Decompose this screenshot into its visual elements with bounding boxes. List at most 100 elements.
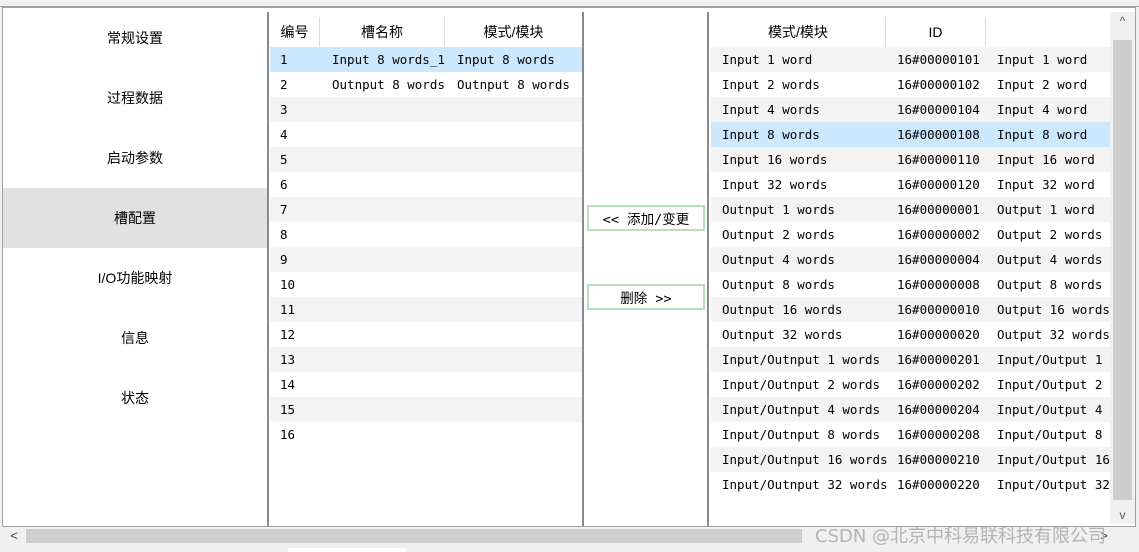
table-row[interactable]: Input 2 words 16#00000102 Input 2 word (711, 72, 1110, 97)
table-row[interactable]: 4 (270, 122, 582, 147)
table-row[interactable]: Input/Outnput 2 words 16#00000202 Input/Ou… (711, 372, 1110, 397)
table-row[interactable]: 14 (270, 372, 582, 397)
table-row[interactable]: Outnput 16 words 16#00000010 Output 16 wor… (711, 297, 1110, 322)
column-header-id[interactable]: ID (886, 17, 986, 47)
table-cell: 16#00000204 (897, 402, 980, 417)
table-row[interactable]: Input 32 words 16#00000120 Input 32 word (711, 172, 1110, 197)
table-cell (332, 272, 452, 297)
nav-item-7[interactable]: 状态 (3, 368, 267, 428)
table-cell: 10 (280, 277, 296, 292)
table-cell: Output 16 words (997, 302, 1110, 317)
column-header-mode-module[interactable]: 模式/模块 (445, 17, 582, 47)
table-cell: Input/Output 32 (997, 477, 1110, 492)
table-cell (457, 397, 582, 422)
table-row[interactable]: Outnput 4 words 16#00000004 Output 4 words (711, 247, 1110, 272)
table-cell: Input/Outnput 16 words (722, 452, 887, 467)
table-cell: Input/Outnput 2 words (722, 377, 881, 392)
column-header-number[interactable]: 编号 (270, 17, 320, 47)
column-header-mode-module[interactable]: 模式/模块 (711, 17, 886, 47)
table-cell: 7 (280, 202, 288, 217)
table-cell (332, 297, 452, 322)
column-header-description[interactable] (986, 17, 1110, 47)
delete-button[interactable]: 删除 >> (587, 284, 705, 310)
nav-item-5[interactable]: I/O功能映射 (3, 248, 267, 308)
scroll-down-icon[interactable]: v (1110, 506, 1135, 524)
table-row[interactable]: Input/Outnput 16 words 16#00000210 Input/O… (711, 447, 1110, 472)
table-row[interactable]: 1 Input 8 words_1 Input 8 words (270, 47, 582, 72)
table-row[interactable]: 5 (270, 147, 582, 172)
table-cell (457, 322, 582, 347)
table-cell: Outnput 16 words (722, 302, 843, 317)
table-row[interactable]: 13 (270, 347, 582, 372)
table-row[interactable]: 2 Outnput 8 words Outnput 8 words (270, 72, 582, 97)
nav-item-3[interactable]: 启动参数 (3, 128, 267, 188)
table-cell: Outnput 8 words (722, 277, 835, 292)
scroll-left-icon[interactable]: < (4, 527, 24, 545)
table-cell: Input/Output 2 (997, 377, 1103, 392)
table-cell: 13 (280, 352, 296, 367)
table-row[interactable]: Outnput 2 words 16#00000002 Output 2 words (711, 222, 1110, 247)
table-cell (457, 422, 582, 447)
table-row[interactable]: Input 4 words 16#00000104 Input 4 word (711, 97, 1110, 122)
slot-table-header: 编号 槽名称 模式/模块 (270, 17, 582, 48)
table-row[interactable]: Input/Outnput 4 words 16#00000204 Input/Ou… (711, 397, 1110, 422)
table-cell: Input/Outnput 32 words (722, 477, 887, 492)
table-cell: Input 8 word (997, 127, 1088, 142)
table-row[interactable]: Input 1 word 16#00000101 Input 1 word (711, 47, 1110, 72)
table-cell: 16#00000110 (897, 152, 980, 167)
table-cell (457, 197, 582, 222)
table-cell: 16#00000101 (897, 52, 980, 67)
table-cell: 16#00000220 (897, 477, 980, 492)
table-row[interactable]: 9 (270, 247, 582, 272)
table-cell: 1 (280, 52, 288, 67)
table-row[interactable]: Outnput 1 words 16#00000001 Output 1 word (711, 197, 1110, 222)
table-cell (332, 247, 452, 272)
table-cell: Input 4 word (997, 102, 1088, 117)
table-cell (332, 97, 452, 122)
nav-item-1[interactable]: 常规设置 (3, 8, 267, 68)
table-cell: Output 32 words (997, 327, 1110, 342)
table-row[interactable]: Input/Outnput 8 words 16#00000208 Input/Ou… (711, 422, 1110, 447)
nav-item-4[interactable]: 槽配置 (3, 188, 267, 248)
table-row[interactable]: 3 (270, 97, 582, 122)
slot-table-divider (582, 12, 584, 526)
module-table-divider (707, 12, 709, 526)
table-cell: 16 (280, 427, 296, 442)
table-cell: 12 (280, 327, 296, 342)
table-cell: Input/Outnput 4 words (722, 402, 881, 417)
table-row[interactable]: 8 (270, 222, 582, 247)
table-row[interactable]: Outnput 8 words 16#00000008 Output 8 words (711, 272, 1110, 297)
settings-nav: 常规设置 过程数据 启动参数 槽配置 I/O功能映射 信息 状态 (3, 8, 267, 526)
horizontal-scroll-thumb[interactable] (26, 529, 802, 543)
table-cell (332, 147, 452, 172)
table-row[interactable]: Input 16 words 16#00000110 Input 16 word (711, 147, 1110, 172)
nav-item-6[interactable]: 信息 (3, 308, 267, 368)
table-cell: 2 (280, 77, 288, 92)
vertical-scroll-thumb[interactable] (1113, 40, 1132, 500)
table-cell: Input/Output 4 (997, 402, 1103, 417)
table-row[interactable]: 11 (270, 297, 582, 322)
table-row[interactable]: 12 (270, 322, 582, 347)
table-cell: 3 (280, 102, 288, 117)
table-cell: Output 8 words (997, 277, 1103, 292)
table-row[interactable]: 6 (270, 172, 582, 197)
table-row[interactable]: 16 (270, 422, 582, 447)
table-row[interactable]: Input/Outnput 1 words 16#00000201 Input/Ou… (711, 347, 1110, 372)
table-cell: 16#00000201 (897, 352, 980, 367)
table-row[interactable]: 15 (270, 397, 582, 422)
vertical-scrollbar[interactable]: ^ v (1110, 12, 1135, 524)
add-change-button[interactable]: << 添加/变更 (587, 205, 705, 231)
table-row[interactable]: Input/Outnput 32 words 16#00000220 Input/O… (711, 472, 1110, 497)
nav-item-2[interactable]: 过程数据 (3, 68, 267, 128)
table-cell: Input 16 word (997, 152, 1095, 167)
table-cell (332, 397, 452, 422)
table-cell (457, 297, 582, 322)
table-row[interactable]: 10 (270, 272, 582, 297)
table-cell (457, 97, 582, 122)
table-row[interactable]: Outnput 32 words 16#00000020 Output 32 wor… (711, 322, 1110, 347)
table-cell: 16#00000120 (897, 177, 980, 192)
column-header-slot-name[interactable]: 槽名称 (320, 17, 445, 47)
table-row[interactable]: 7 (270, 197, 582, 222)
table-row[interactable]: Input 8 words 16#00000108 Input 8 word (711, 122, 1110, 147)
scroll-up-icon[interactable]: ^ (1110, 12, 1135, 30)
